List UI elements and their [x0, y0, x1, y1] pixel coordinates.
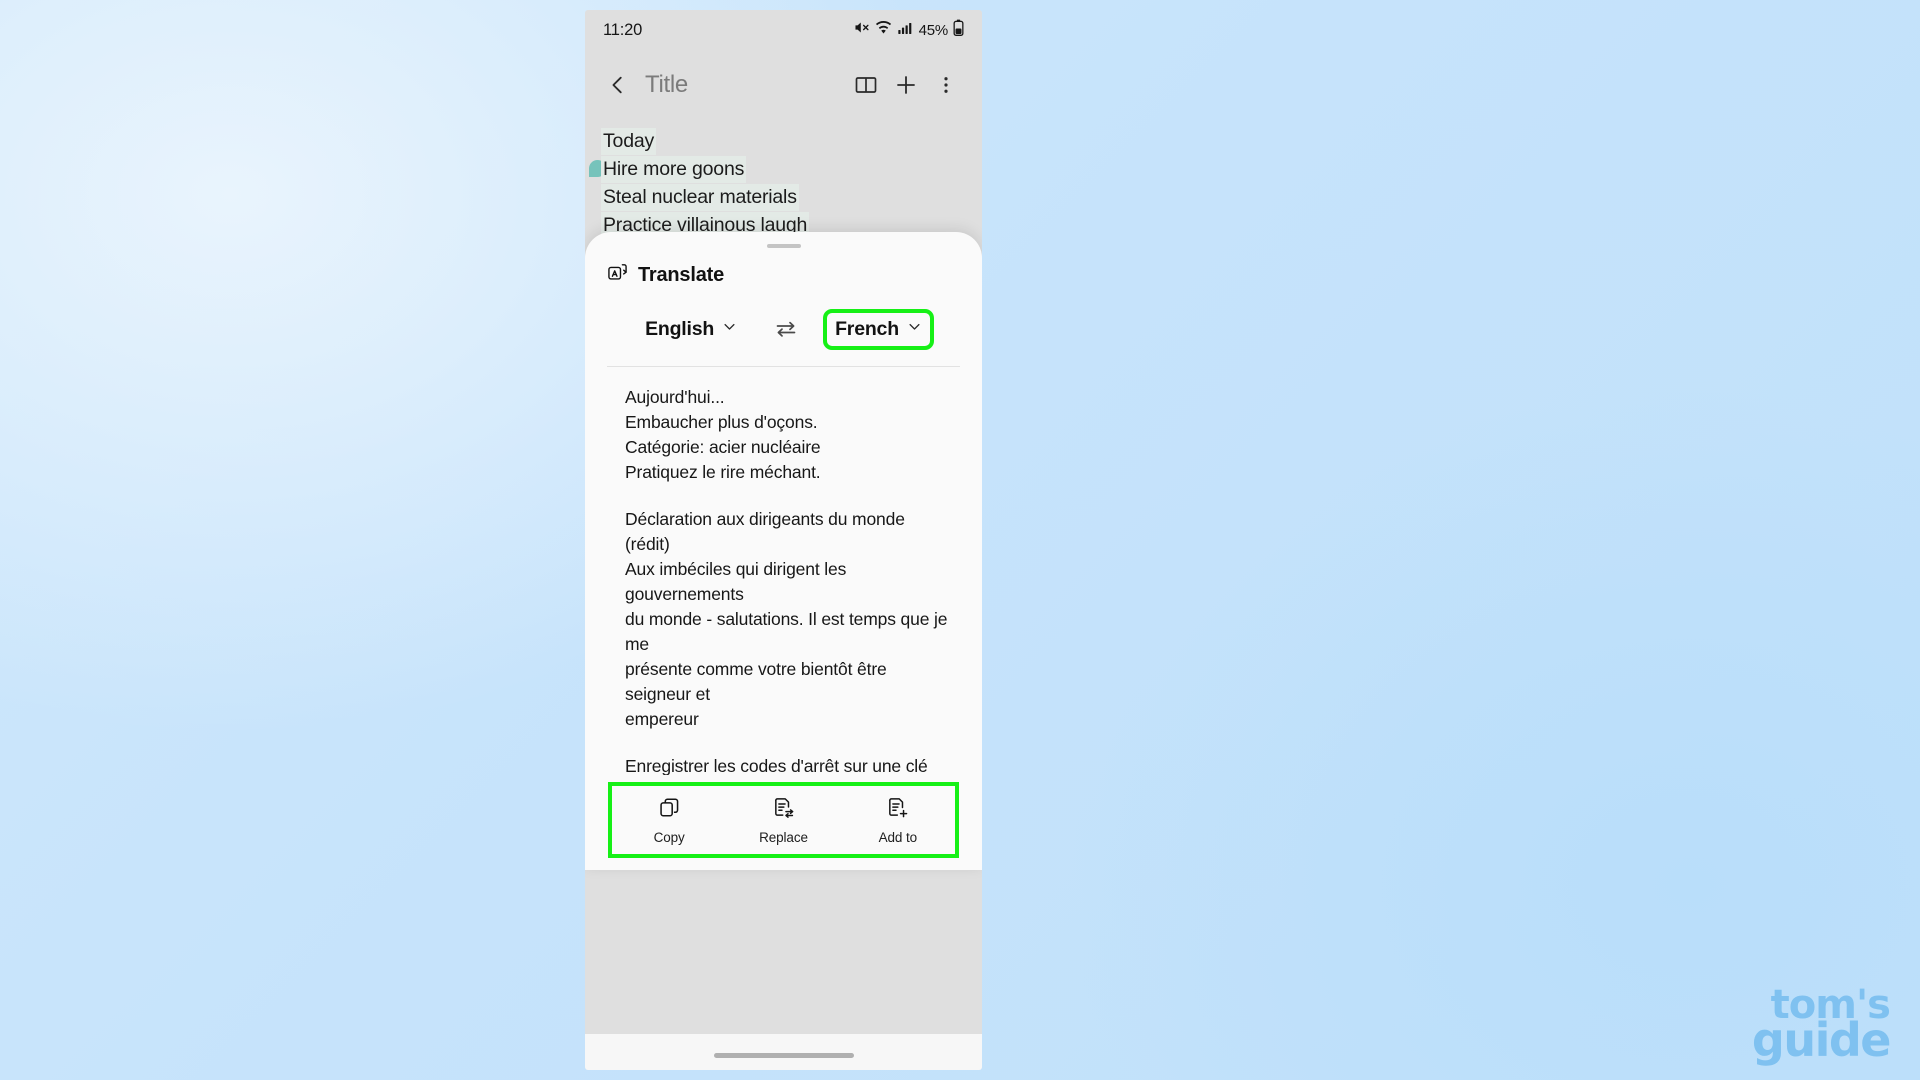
translated-line: Enregistrer les codes d'arrêt sur une cl…: [625, 756, 928, 775]
translated-line: Aujourd'hui...: [625, 387, 725, 407]
translated-line: Embaucher plus d'oçons.: [625, 412, 818, 432]
app-toolbar: Title: [585, 50, 982, 120]
translated-line: Catégorie: acier nucléaire: [625, 437, 821, 457]
translated-line: présente comme votre bientôt être seigne…: [625, 659, 887, 704]
note-row: Hire more goons: [589, 156, 966, 183]
translated-line: empereur: [625, 709, 699, 729]
translated-paragraph: Enregistrer les codes d'arrêt sur une cl…: [625, 754, 954, 775]
watermark-line-2: guide: [1751, 1013, 1892, 1068]
add-note-button[interactable]: [886, 65, 926, 105]
add-to-label: Add to: [878, 829, 918, 845]
copy-label: Copy: [653, 829, 685, 845]
plus-icon: [897, 76, 915, 94]
note-row: Steal nuclear materials: [601, 184, 966, 211]
translate-bottom-sheet: Translate English French Aujourd'hui... …: [585, 232, 982, 870]
translated-text-area[interactable]: Aujourd'hui... Embaucher plus d'oçons. C…: [585, 367, 982, 775]
phone-screen: 11:20 45% Title Today Hire more goons St…: [585, 10, 982, 1070]
system-nav-area: [585, 1034, 982, 1070]
translated-line: Déclaration aux dirigeants du monde (réd…: [625, 509, 905, 554]
add-to-document-icon: [886, 796, 909, 824]
sheet-header: Translate: [585, 248, 982, 288]
note-line[interactable]: Hire more goons: [601, 156, 747, 183]
translated-paragraph: Aujourd'hui... Embaucher plus d'oçons. C…: [625, 385, 954, 485]
battery-icon: [953, 19, 964, 41]
target-language-dropdown[interactable]: French: [823, 308, 934, 350]
swap-languages-button[interactable]: [769, 312, 803, 346]
source-language-dropdown[interactable]: English: [639, 315, 743, 344]
sheet-title: Translate: [638, 263, 725, 286]
add-to-button[interactable]: Add to: [841, 796, 955, 845]
cellular-signal-icon: [897, 20, 913, 41]
status-time: 11:20: [603, 20, 643, 39]
source-language-label: English: [645, 317, 715, 340]
note-line[interactable]: Steal nuclear materials: [601, 184, 799, 211]
mute-icon: [853, 19, 870, 41]
translated-paragraph: Déclaration aux dirigeants du monde (réd…: [625, 507, 954, 732]
book-view-icon: [855, 77, 877, 93]
translated-line: Pratiquez le rire méchant.: [625, 462, 821, 482]
language-selector-row: English French: [585, 308, 982, 350]
status-bar: 11:20 45%: [585, 10, 982, 50]
note-title[interactable]: Title: [645, 71, 688, 99]
toms-guide-watermark: tom's guide: [1751, 986, 1892, 1068]
translated-line: du monde - salutations. Il est temps que…: [625, 609, 948, 654]
more-options-button[interactable]: [926, 65, 966, 105]
note-body: Today Hire more goons Steal nuclear mate…: [585, 128, 982, 240]
chevron-left-icon: [612, 76, 622, 94]
translate-icon: [607, 262, 628, 288]
book-view-button[interactable]: [846, 65, 886, 105]
note-line[interactable]: Today: [601, 128, 657, 155]
copy-icon: [658, 796, 681, 824]
screenshot-canvas: 11:20 45% Title Today Hire more goons St…: [0, 0, 1920, 1080]
back-button[interactable]: [601, 68, 635, 102]
replace-button[interactable]: Replace: [726, 796, 840, 845]
chevron-down-icon: [722, 319, 737, 339]
wifi-icon: [875, 19, 892, 41]
home-indicator[interactable]: [713, 1053, 854, 1058]
chevron-down-icon: [907, 319, 922, 339]
battery-percent-label: 45%: [918, 21, 949, 39]
replace-document-icon: [772, 796, 795, 824]
copy-button[interactable]: Copy: [612, 796, 726, 845]
note-row: Today: [601, 128, 966, 155]
action-bar: Copy Replace Add to: [608, 782, 959, 858]
swap-languages-icon: [776, 321, 796, 337]
replace-label: Replace: [759, 829, 808, 845]
translated-line: Aux imbéciles qui dirigent les gouvernem…: [625, 559, 847, 604]
status-icon-group: 45%: [853, 19, 964, 41]
more-vertical-icon: [944, 77, 948, 93]
target-language-label: French: [835, 317, 899, 340]
